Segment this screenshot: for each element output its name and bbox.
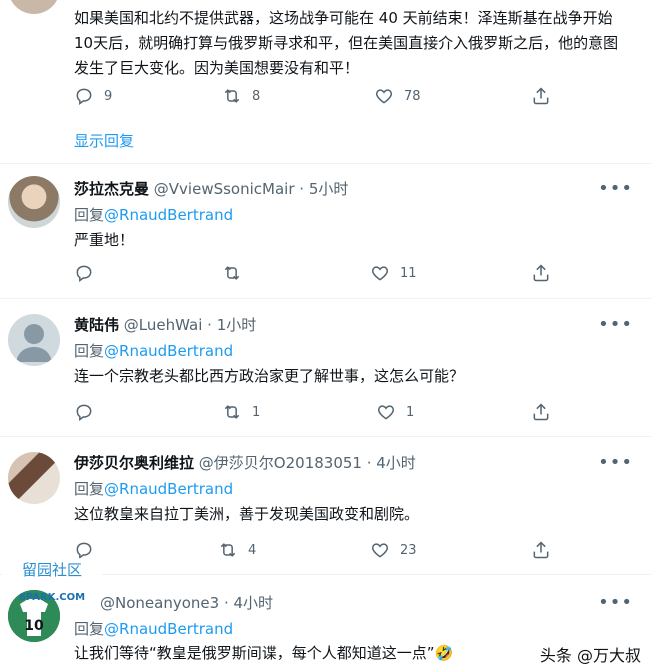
like-icon <box>376 402 396 422</box>
retweet-icon <box>222 402 242 422</box>
dot-separator: · <box>219 594 234 612</box>
default-avatar-icon <box>16 324 52 362</box>
reply-to-user[interactable]: @RnaudBertrand <box>104 620 233 638</box>
timestamp[interactable]: 4小时 <box>376 454 416 472</box>
more-options-icon[interactable]: ••• <box>598 452 633 473</box>
more-options-icon[interactable]: ••• <box>598 178 633 199</box>
dot-separator: · <box>202 316 217 334</box>
dot-separator: · <box>361 454 377 472</box>
reply-tweet[interactable]: 莎拉杰克曼 @VviewSsonicMair · 5小时 ••• 回复@Rnau… <box>0 164 651 298</box>
tweet-text: 如果美国和北约不提供武器，这场战争可能在 40 天前结束！泽连斯基在战争开始10… <box>74 9 619 77</box>
reply-button[interactable]: 9 <box>74 86 112 106</box>
retweet-count: 8 <box>252 88 261 104</box>
display-name[interactable]: 伊莎贝尔奥利维拉 <box>74 454 194 472</box>
retweet-icon <box>218 540 238 560</box>
replying-to: 回复@RnaudBertrand <box>74 618 233 639</box>
like-count: 11 <box>400 265 417 281</box>
show-replies-link[interactable]: 显示回复 <box>74 130 134 151</box>
reply-to-user[interactable]: @RnaudBertrand <box>104 480 233 498</box>
reply-prefix: 回复 <box>74 620 105 638</box>
share-button[interactable] <box>531 263 551 283</box>
handle[interactable]: @LuehWai <box>124 316 203 334</box>
retweet-button[interactable]: 1 <box>222 402 260 422</box>
avatar[interactable] <box>8 314 60 366</box>
dot-separator: · <box>294 180 309 198</box>
replying-to: 回复@RnaudBertrand <box>74 340 233 361</box>
share-button[interactable] <box>531 402 551 422</box>
retweet-button[interactable]: 8 <box>222 86 260 106</box>
timestamp[interactable]: 4小时 <box>233 594 273 612</box>
like-count: 1 <box>406 404 415 420</box>
reply-icon <box>74 86 94 106</box>
reply-count: 9 <box>104 88 113 104</box>
reply-tweet[interactable]: 黄陆伟 @LuehWai · 1小时 ••• 回复@RnaudBertrand … <box>0 300 651 436</box>
reply-icon <box>74 263 94 283</box>
platform-watermark: 头条 @万大叔 <box>539 646 641 665</box>
like-button[interactable]: 11 <box>370 263 417 283</box>
handle[interactable]: @Noneanyone3 <box>100 594 219 612</box>
share-icon <box>531 402 551 422</box>
retweet-button[interactable] <box>222 263 252 283</box>
tweet-text: 严重地！ <box>74 231 135 249</box>
share-icon <box>531 540 551 560</box>
like-icon <box>370 263 390 283</box>
like-count: 78 <box>404 88 421 104</box>
display-name[interactable]: 黄陆伟 <box>74 316 119 334</box>
reply-to-user[interactable]: @RnaudBertrand <box>104 206 233 224</box>
share-button[interactable] <box>531 86 551 106</box>
tweet-header: 黄陆伟 @LuehWai · 1小时 <box>74 314 256 335</box>
tweet-header: @Noneanyone3 · 4小时 <box>100 592 273 613</box>
replying-to: 回复@RnaudBertrand <box>74 204 233 225</box>
tweet-header: 莎拉杰克曼 @VviewSsonicMair · 5小时 <box>74 178 348 199</box>
share-button[interactable] <box>531 540 551 560</box>
tweet-text: 连一个宗教老头都比西方政治家更了解世事，这怎么可能？ <box>74 367 465 385</box>
like-count: 23 <box>400 542 417 558</box>
site-watermark-badge: 留园社区 6PARK.COM <box>0 552 104 608</box>
like-icon <box>374 86 394 106</box>
like-button[interactable]: 78 <box>374 86 421 106</box>
more-options-icon[interactable]: ••• <box>598 592 633 613</box>
retweet-button[interactable]: 4 <box>218 540 256 560</box>
forum-name-site: 6PARK.COM <box>19 592 85 603</box>
tweet-header: 伊莎贝尔奥利维拉 @伊莎贝尔O20183051 · 4小时 <box>74 452 416 473</box>
share-icon <box>531 263 551 283</box>
retweet-count: 4 <box>248 542 257 558</box>
reply-to-user[interactable]: @RnaudBertrand <box>104 342 233 360</box>
display-name[interactable]: 莎拉杰克曼 <box>74 180 149 198</box>
avatar[interactable] <box>8 176 60 228</box>
like-button[interactable]: 23 <box>370 540 417 560</box>
reply-button[interactable] <box>74 263 104 283</box>
forum-name-cn: 留园社区 <box>22 561 82 579</box>
reply-icon <box>74 402 94 422</box>
like-icon <box>370 540 390 560</box>
reply-button[interactable] <box>74 402 104 422</box>
reply-prefix: 回复 <box>74 480 105 498</box>
share-icon <box>531 86 551 106</box>
divider <box>0 298 651 299</box>
timestamp[interactable]: 1小时 <box>217 316 257 334</box>
replying-to: 回复@RnaudBertrand <box>74 478 233 499</box>
tweet-text: 这位教皇来自拉丁美洲，善于发现美国政变和剧院。 <box>74 505 420 523</box>
avatar[interactable] <box>8 0 60 14</box>
more-options-icon[interactable]: ••• <box>598 314 633 335</box>
reply-prefix: 回复 <box>74 206 105 224</box>
handle[interactable]: @VviewSsonicMair <box>154 180 295 198</box>
handle[interactable]: @伊莎贝尔O20183051 <box>199 454 362 472</box>
avatar[interactable] <box>8 452 60 504</box>
retweet-count: 1 <box>252 404 261 420</box>
reply-prefix: 回复 <box>74 342 105 360</box>
jersey-number: 10 <box>24 618 44 634</box>
retweet-icon <box>222 86 242 106</box>
forum-logo-icon: 留园社区 6PARK.COM <box>2 558 102 603</box>
top-tweet[interactable]: 如果美国和北约不提供武器，这场战争可能在 40 天前结束！泽连斯基在战争开始10… <box>0 0 651 160</box>
like-button[interactable]: 1 <box>376 402 414 422</box>
timestamp[interactable]: 5小时 <box>309 180 349 198</box>
divider <box>0 436 651 437</box>
retweet-icon <box>222 263 242 283</box>
